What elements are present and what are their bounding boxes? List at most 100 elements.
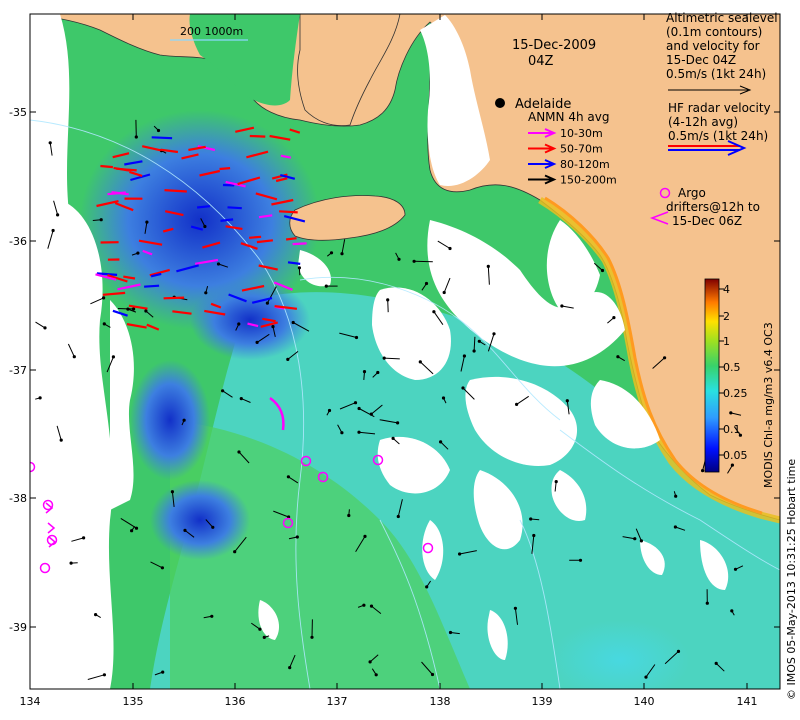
altimetry-arrow-origin: [145, 220, 149, 224]
altimetry-arrow-origin: [211, 525, 215, 529]
altimetry-arrow-origin: [439, 440, 443, 444]
altimetry-arrow-origin: [362, 370, 367, 374]
colorbar-tick-label: 0.5: [723, 361, 741, 374]
colorbar-tick-label: 0.05: [723, 449, 748, 462]
altimetry-arrow-origin: [441, 396, 446, 400]
anmn-legend-label: 10-30m: [560, 127, 603, 140]
y-tick-label: -36: [9, 235, 27, 248]
altimetry-arrow-origin: [412, 259, 416, 263]
altimetry-arrow-origin: [368, 660, 372, 664]
anmn-legend-label: 150-200m: [560, 174, 617, 187]
altimetry-arrow-origin: [102, 296, 106, 300]
anmn-arrow: [151, 136, 173, 140]
altimetry-arrow-origin: [529, 517, 533, 521]
altimetry-arrow-origin: [216, 262, 221, 266]
altimetry-arrow-origin: [182, 418, 186, 422]
altimetry-arrow-origin: [432, 310, 436, 314]
altimetry-arrow-origin: [376, 370, 380, 375]
x-tick-label: 135: [123, 695, 144, 708]
anmn-legend-title: ANMN 4h avg: [528, 110, 609, 124]
altimetry-arrow-origin: [144, 309, 148, 313]
altimetry-arrow-origin: [730, 463, 735, 467]
altimetry-arrow-origin: [265, 301, 269, 305]
blue-water-patch: [190, 280, 310, 360]
altimetry-arrow-origin: [616, 355, 620, 359]
altimetry-arrow-origin: [160, 566, 164, 570]
altimetry-arrow-origin: [397, 257, 401, 261]
altimetry-arrow-origin: [462, 354, 466, 358]
colorbar-tick-label: 0.1: [723, 423, 741, 436]
argo-legend-line: drifters@12h to: [666, 200, 760, 214]
x-tick-label: 136: [225, 695, 246, 708]
altimetry-arrow-origin: [239, 397, 243, 401]
altimetry-arrow-origin: [288, 666, 292, 670]
x-tick-label: 134: [20, 695, 41, 708]
y-tick-label: -39: [9, 621, 27, 634]
altimetry-arrow-origin: [532, 533, 536, 538]
x-tick-label: 139: [532, 695, 553, 708]
altimetry-arrow-origin: [676, 649, 681, 654]
altimetry-arrow-origin: [291, 320, 295, 325]
altimetry-arrow-origin: [357, 430, 361, 434]
adelaide-marker: [495, 98, 505, 108]
altimetry-legend: Altimetric sealevel (0.1m contours) and …: [666, 11, 778, 95]
altimetry-legend-line: Altimetric sealevel: [666, 11, 778, 25]
anmn-arrow: [220, 218, 234, 222]
altimetry-arrow-origin: [673, 525, 678, 529]
altimetry-arrow-origin: [701, 469, 705, 473]
altimetry-arrow-origin: [492, 332, 496, 336]
altimetry-arrow-origin: [729, 411, 733, 415]
anmn-arrow: [164, 189, 187, 193]
y-tick-label: -38: [9, 492, 27, 505]
hf-radar-legend-line: HF radar velocity: [668, 101, 771, 115]
anmn-legend-label: 50-70m: [560, 143, 603, 156]
altimetry-arrow-origin: [714, 661, 718, 666]
altimetry-arrow-origin: [430, 672, 435, 677]
altimetry-arrow-origin: [82, 536, 86, 540]
altimetry-arrow-origin: [354, 335, 359, 340]
altimetry-arrow-origin: [554, 480, 558, 484]
colorbar-gradient: [704, 278, 720, 473]
altimetry-arrow-origin: [233, 550, 237, 554]
altimetry-arrow-origin: [59, 438, 63, 442]
anmn-arrow: [285, 237, 297, 241]
y-tick-label: -35: [9, 106, 27, 119]
altimetry-arrow-origin: [374, 673, 378, 677]
altimetry-arrow-origin: [578, 558, 583, 562]
altimetry-arrow-origin: [271, 325, 275, 329]
colorbar-tick-label: 2: [723, 310, 730, 323]
altimetry-arrow-origin: [297, 266, 301, 270]
altimetry-arrow-origin: [51, 228, 55, 233]
altimetry-arrow-origin: [210, 614, 214, 618]
altimetry-arrow-origin: [448, 246, 452, 251]
colorbar-label: MODIS Chl-a mg/m3 v6.4 OC3: [762, 322, 775, 488]
altimetry-arrow-origin: [424, 281, 429, 286]
altimetry-arrow-origin: [486, 264, 490, 268]
anmn-arrow: [144, 284, 160, 288]
altimetry-arrow: [117, 308, 134, 310]
altimetry-arrow-origin: [327, 408, 332, 413]
altimetry-arrow-origin: [102, 673, 106, 677]
altimetry-arrow-origin: [69, 561, 73, 565]
altimetry-arrow-origin: [442, 290, 446, 295]
altimetry-arrow-origin: [72, 355, 76, 359]
altimetry-arrow-origin: [663, 356, 667, 360]
altimetry-arrow-origin: [38, 396, 42, 400]
altimetry-arrow-origin: [363, 534, 367, 539]
altimetry-arrow-origin: [340, 431, 344, 435]
altimetry-arrow-origin: [183, 528, 187, 533]
altimetry-arrow-origin: [513, 606, 518, 610]
altimetry-arrow-origin: [612, 316, 616, 320]
altimetry-arrow-origin: [237, 322, 241, 326]
altimetry-arrow-origin: [324, 284, 328, 288]
altimetry-arrow-origin: [477, 339, 481, 343]
altimetry-arrow-origin: [639, 539, 644, 543]
x-tick-label: 140: [634, 695, 655, 708]
altimetry-arrow-origin: [369, 412, 373, 416]
altimetry-arrow-origin: [674, 494, 678, 498]
altimetry-arrow-origin: [130, 529, 134, 533]
altimetry-arrow-origin: [111, 355, 115, 359]
anmn-arrow: [100, 164, 113, 169]
altimetry-arrow-origin: [48, 141, 52, 145]
altimetry-arrow-origin: [633, 537, 637, 541]
